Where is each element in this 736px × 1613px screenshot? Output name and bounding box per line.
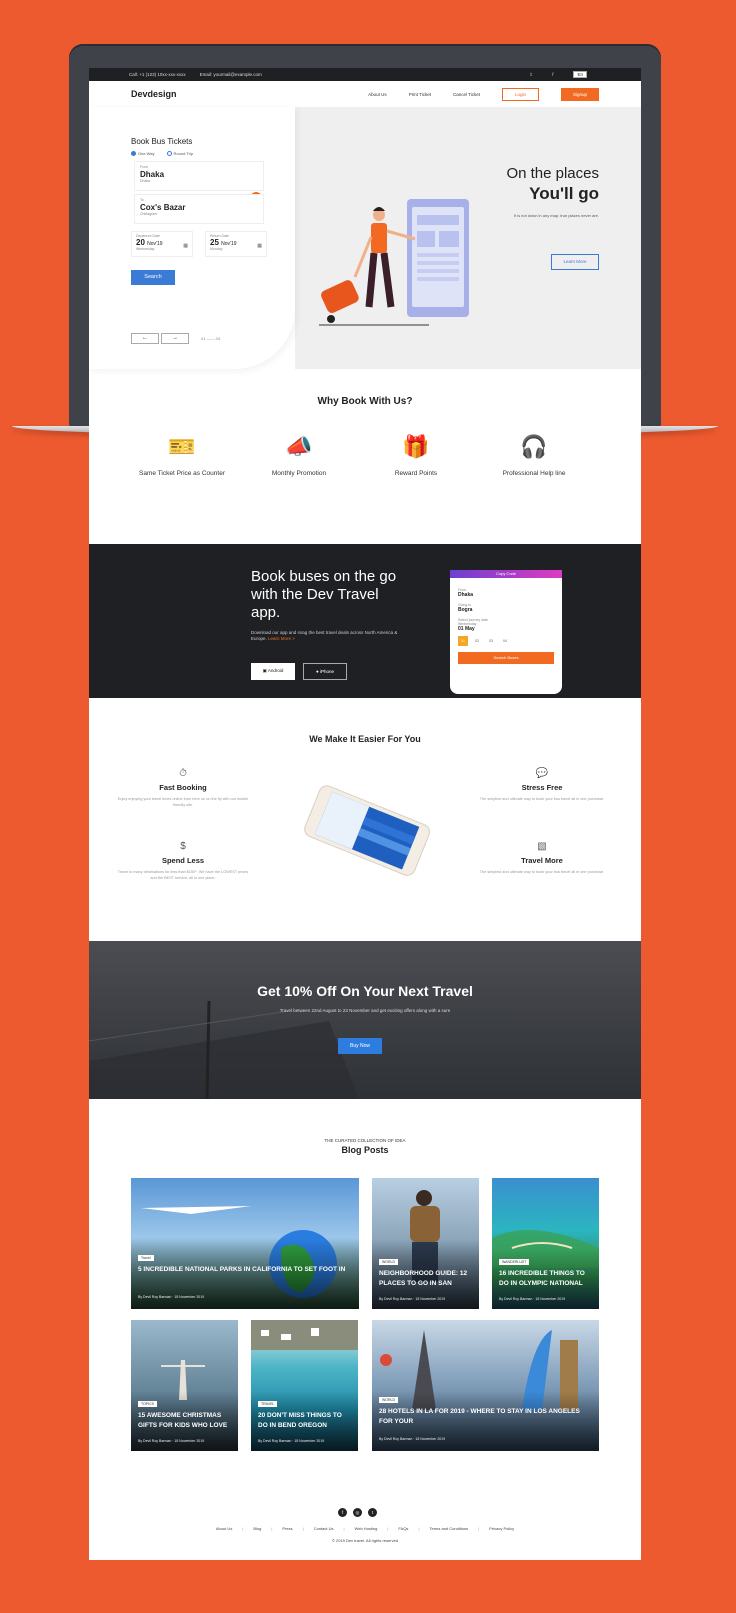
easier-item: ▧ Travel More The simplest and ultimate … — [476, 841, 608, 875]
feature-item: 🎫 Same Ticket Price as Counter — [132, 433, 232, 479]
app-description: Download our app and snag the best trave… — [251, 630, 398, 641]
nav-about-us[interactable]: About Us — [368, 92, 387, 97]
footer-link[interactable]: Contact Us — [314, 1526, 334, 1531]
footer-links: About Us | Blog | Press | Contact Us | Web H… — [215, 1526, 515, 1531]
discount-banner: Get 10% Off On Your Next Travel Travel b… — [89, 941, 641, 1099]
iphone-button[interactable]: ● iPhone — [303, 663, 347, 680]
feature-item: 🎁 Reward Points — [366, 433, 466, 479]
app-phone-mockup: Copy Code From Dhaka Going to Bogra Sele… — [450, 570, 562, 694]
language-select[interactable]: En — [573, 71, 587, 78]
return-date-field[interactable]: Return Date 25 Nov'19 Monday ▦ — [205, 231, 267, 257]
blog-card[interactable]: Travel 5 Incredible National Parks in Ca… — [131, 1178, 359, 1309]
footer-link[interactable]: Terms and Conditions — [429, 1526, 468, 1531]
feature-item: 🎧 Professional Help line — [484, 433, 584, 479]
hero-description: It is not down in any map; true places n… — [513, 213, 599, 218]
android-button[interactable]: ▣ Android — [251, 663, 295, 680]
blog-card[interactable]: TOPICS 15 Awesome Christmas Gifts for Ki… — [131, 1320, 238, 1451]
apple-icon: ● — [316, 669, 319, 674]
footer-link[interactable]: FAQs — [398, 1526, 408, 1531]
prev-arrow-icon[interactable]: ← — [131, 333, 159, 344]
page: Call: +1 (123) 10xx-xxx-xxxx Email: your… — [89, 68, 641, 1560]
dollar-icon: $ — [180, 841, 186, 852]
blog-card-title: Neighborhood Guide: 12 Places to Go in S… — [379, 1270, 468, 1287]
facebook-icon[interactable]: f — [552, 72, 553, 77]
blog-card[interactable]: WANDERLUST 16 Incredible Things to Do in… — [492, 1178, 599, 1309]
learn-more-button[interactable]: Learn More — [551, 254, 599, 270]
trip-type-radios: One Way Round Trip — [131, 151, 193, 157]
twitter-icon[interactable]: 𝕥 — [530, 72, 532, 78]
why-book-title: Why Book With Us? — [317, 396, 413, 407]
blog-card-title: 28 Hotels in LA for 2019 - Where to Stay… — [379, 1408, 580, 1425]
easier-item: $ Spend Less Travel to many destinations… — [117, 841, 249, 880]
blog-card-title: 16 Incredible Things to Do in Olympic Na… — [499, 1270, 585, 1287]
from-field[interactable]: From Dhaka Dhaka — [134, 161, 264, 191]
top-contact-bar: Call: +1 (123) 10xx-xxx-xxxx Email: your… — [89, 68, 641, 81]
ticket-icon: 🎫 — [168, 434, 196, 459]
navbar: Devdesign About Us Print Ticket Cancel T… — [89, 81, 641, 107]
buy-now-button[interactable]: Buy Now — [338, 1038, 382, 1054]
facebook-icon[interactable]: f — [338, 1508, 347, 1517]
phone-contact: Call: +1 (123) 10xx-xxx-xxxx — [129, 72, 186, 77]
footer-link[interactable]: Press — [282, 1526, 292, 1531]
discount-description: Travel between 22nd August to 23 Novembe… — [279, 1008, 451, 1013]
blog-card-title: 15 Awesome Christmas Gifts for Kids Who … — [138, 1412, 228, 1429]
round-trip-radio[interactable]: Round Trip — [166, 151, 193, 157]
chat-icon: 💬 — [535, 768, 549, 779]
support-agent-icon: 🎧 — [520, 434, 548, 459]
features-row: 🎫 Same Ticket Price as Counter 📣 Monthly… — [89, 433, 641, 528]
to-value: Cox's Bazar — [140, 203, 186, 212]
android-icon: ▣ — [262, 668, 267, 673]
megaphone-icon: 📣 — [285, 434, 313, 459]
image-icon: ▧ — [537, 841, 547, 852]
footer-link[interactable]: About Us — [216, 1526, 232, 1531]
hero-title-line1: On the places — [506, 165, 599, 182]
email-contact: Email: yourmail@example.com — [199, 72, 262, 77]
blog-kicker: THE CURATED COLLECTION OF IDEA — [324, 1138, 406, 1143]
login-button[interactable]: Login — [501, 87, 539, 101]
footer-link[interactable]: Web Hosting — [355, 1526, 378, 1531]
app-title: Book buses on the go with the Dev Travel… — [251, 568, 397, 621]
hero-title-line2: You'll go — [529, 184, 599, 203]
app-promo-section: Book buses on the go with the Dev Travel… — [89, 544, 641, 698]
social-icons: f ◎ t — [338, 1508, 377, 1517]
app-learn-more-link[interactable]: Learn More > — [268, 636, 295, 641]
signup-button[interactable]: Signup — [560, 87, 599, 101]
hero: On the places You'll go It is not down i… — [89, 107, 641, 369]
copyright: © 2019 Dev travel. All rights reserved — [331, 1538, 399, 1543]
nav-cancel-ticket[interactable]: Cancel Ticket — [453, 92, 480, 97]
gift-icon: 🎁 — [402, 434, 430, 459]
blog-title: Blog Posts — [341, 1145, 389, 1155]
sailboat-photo — [89, 1000, 359, 1099]
feature-item: 📣 Monthly Promotion — [249, 433, 349, 479]
booking-panel: Book Bus Tickets One Way Round Trip From… — [89, 107, 295, 369]
footer-link[interactable]: Privacy Policy — [489, 1526, 514, 1531]
departure-date-field[interactable]: Departure Date 20 Nov'19 Wednesday ▦ — [131, 231, 193, 257]
booking-title: Book Bus Tickets — [131, 137, 193, 146]
nav-print-ticket[interactable]: Print Ticket — [409, 92, 431, 97]
blog-card[interactable]: WORLD 28 Hotels in LA for 2019 - Where t… — [372, 1320, 599, 1451]
to-field[interactable]: To Cox's Bazar Chittagram — [134, 194, 264, 224]
calendar-icon: ▦ — [257, 243, 262, 249]
logo[interactable]: Devdesign — [131, 89, 177, 99]
one-way-radio[interactable]: One Way — [131, 151, 155, 157]
instagram-icon[interactable]: ◎ — [353, 1508, 362, 1517]
next-arrow-icon[interactable]: → — [161, 333, 189, 344]
blog-card-title: 5 Incredible National Parks in Californi… — [138, 1266, 346, 1273]
blog-card[interactable]: WORLD Neighborhood Guide: 12 Places to G… — [372, 1178, 479, 1309]
blog-card-title: 20 Don't Miss Things to Do in Bend Orego… — [258, 1412, 342, 1429]
easier-item: 💬 Stress Free The simplest and ultimate … — [476, 768, 608, 802]
slide-pager: 01 —— 04 — [201, 336, 221, 341]
search-button[interactable]: Search — [131, 270, 175, 285]
calendar-icon: ▦ — [183, 243, 188, 249]
blog-card[interactable]: TRAVEL 20 Don't Miss Things to Do in Ben… — [251, 1320, 358, 1451]
easier-item: ⏱ Fast Booking Enjoy enjoying your trave… — [117, 768, 249, 807]
easier-title: We Make It Easier For You — [309, 734, 421, 744]
discount-title: Get 10% Off On Your Next Travel — [257, 983, 473, 999]
twitter-icon[interactable]: t — [368, 1508, 377, 1517]
from-value: Dhaka — [140, 170, 165, 179]
footer-link[interactable]: Blog — [253, 1526, 261, 1531]
stopwatch-icon: ⏱ — [179, 768, 187, 779]
traveler-illustration — [319, 199, 469, 326]
iphone-mockup — [304, 785, 431, 876]
